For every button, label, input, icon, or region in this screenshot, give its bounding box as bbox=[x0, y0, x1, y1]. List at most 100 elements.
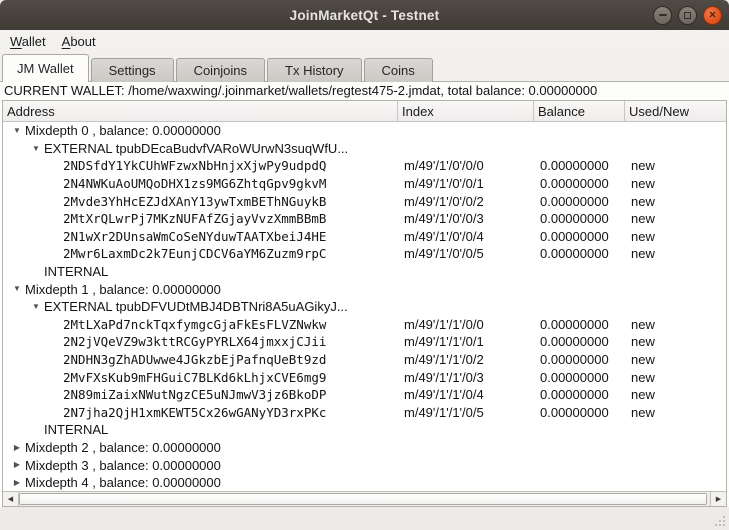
scroll-left-button[interactable]: ◀ bbox=[3, 492, 19, 506]
address-text: 2N89miZaixNWutNgzCE5uNJmwV3jz6BkoDP bbox=[63, 387, 326, 402]
address-cell: 2N1wXr2DUnsaWmCoSeNYduwTAATXbeiJ4HE bbox=[3, 229, 398, 244]
maximize-icon bbox=[684, 12, 691, 19]
column-header-address[interactable]: Address bbox=[3, 101, 398, 121]
window-controls: × bbox=[653, 0, 722, 30]
tree-body: ▼Mixdepth 0 , balance: 0.00000000▼EXTERN… bbox=[3, 122, 726, 491]
collapse-arrow-icon[interactable]: ▼ bbox=[9, 280, 25, 298]
address-text: 2Mwr6LaxmDc2k7EunjCDCV6aYM6Zuzm9rpC bbox=[63, 246, 326, 261]
tab-tx-history[interactable]: Tx History bbox=[267, 58, 362, 82]
node-label: EXTERNAL tpubDFVUDtMBJ4DBTNri8A5uAGikyJ.… bbox=[44, 299, 348, 314]
tree-row[interactable]: ▶Mixdepth 2 , balance: 0.00000000 bbox=[3, 439, 726, 457]
collapse-arrow-icon[interactable]: ▼ bbox=[28, 298, 44, 316]
horizontal-scrollbar[interactable]: ◀ ▶ bbox=[3, 491, 726, 506]
column-header-used-new[interactable]: Used/New bbox=[625, 101, 726, 121]
close-icon: × bbox=[709, 9, 716, 21]
address-cell: 2N7jha2QjH1xmKEWT5Cx26wGANyYD3rxPKc bbox=[3, 405, 398, 420]
column-header-balance[interactable]: Balance bbox=[534, 101, 625, 121]
address-text: 2N1wXr2DUnsaWmCoSeNYduwTAATXbeiJ4HE bbox=[63, 229, 326, 244]
address-row[interactable]: 2Mwr6LaxmDc2k7EunjCDCV6aYM6Zuzm9rpCm/49'… bbox=[3, 245, 726, 263]
expand-arrow-icon[interactable]: ▶ bbox=[9, 439, 25, 457]
menu-bar: Wallet About bbox=[0, 30, 729, 53]
tree-row[interactable]: ▼EXTERNAL tpubDEcaBudvfVARoWUrwN3suqWfU.… bbox=[3, 140, 726, 158]
expand-arrow-icon[interactable]: ▶ bbox=[9, 456, 25, 474]
collapse-arrow-icon[interactable]: ▼ bbox=[28, 140, 44, 158]
balance-cell: 0.00000000 bbox=[534, 176, 625, 191]
address-row[interactable]: 2N89miZaixNWutNgzCE5uNJmwV3jz6BkoDPm/49'… bbox=[3, 386, 726, 404]
menu-about[interactable]: About bbox=[54, 32, 104, 51]
window-title: JoinMarketQt - Testnet bbox=[290, 8, 440, 23]
tab-settings[interactable]: Settings bbox=[91, 58, 174, 82]
column-header-index[interactable]: Index bbox=[398, 101, 534, 121]
address-cell: 2MvFXsKub9mFHGuiC7BLKd6kLhjxCVE6mg9 bbox=[3, 370, 398, 385]
status-cell: new bbox=[625, 194, 726, 209]
scrollbar-track[interactable] bbox=[19, 492, 710, 506]
balance-cell: 0.00000000 bbox=[534, 334, 625, 349]
scrollbar-thumb[interactable] bbox=[19, 493, 707, 505]
status-cell: new bbox=[625, 352, 726, 367]
address-text: 2NDHN3gZhADUwwe4JGkzbEjPafnqUeBt9zd bbox=[63, 352, 326, 367]
node-label: EXTERNAL tpubDEcaBudvfVARoWUrwN3suqWfU..… bbox=[44, 141, 348, 156]
balance-cell: 0.00000000 bbox=[534, 387, 625, 402]
collapse-arrow-icon[interactable]: ▼ bbox=[9, 122, 25, 140]
tab-coins[interactable]: Coins bbox=[364, 58, 433, 82]
address-cell: ▶Mixdepth 4 , balance: 0.00000000 bbox=[3, 474, 398, 492]
address-text: 2N4NWKuAoUMQoDHX1zs9MG6ZhtqGpv9gkvM bbox=[63, 176, 326, 191]
index-cell: m/49'/1'/1'/0/3 bbox=[398, 370, 534, 385]
address-row[interactable]: 2MtLXaPd7nckTqxfymgcGjaFkEsFLVZNwkwm/49'… bbox=[3, 316, 726, 334]
address-cell: 2MtXrQLwrPj7MKzNUFAfZGjayVvzXmmBBmB bbox=[3, 211, 398, 226]
node-label: Mixdepth 0 , balance: 0.00000000 bbox=[25, 123, 221, 138]
address-row[interactable]: 2N2jVQeVZ9w3kttRCGyPYRLX64jmxxjCJii m/49'… bbox=[3, 333, 726, 351]
balance-cell: 0.00000000 bbox=[534, 229, 625, 244]
index-cell: m/49'/1'/1'/0/1 bbox=[398, 334, 534, 349]
tree-row[interactable]: INTERNAL bbox=[3, 421, 726, 439]
node-label: Mixdepth 2 , balance: 0.00000000 bbox=[25, 440, 221, 455]
maximize-button[interactable] bbox=[678, 6, 697, 25]
address-cell: INTERNAL bbox=[3, 422, 398, 437]
tab-coinjoins[interactable]: Coinjoins bbox=[176, 58, 265, 82]
address-cell: INTERNAL bbox=[3, 264, 398, 279]
tree-row[interactable]: ▶Mixdepth 4 , balance: 0.00000000 bbox=[3, 474, 726, 492]
tree-row[interactable]: ▶Mixdepth 3 , balance: 0.00000000 bbox=[3, 456, 726, 474]
scroll-left-icon: ◀ bbox=[8, 495, 13, 503]
tab-jm-wallet[interactable]: JM Wallet bbox=[2, 54, 89, 82]
address-row[interactable]: 2N1wXr2DUnsaWmCoSeNYduwTAATXbeiJ4HE m/49'… bbox=[3, 228, 726, 246]
index-cell: m/49'/1'/0'/0/0 bbox=[398, 158, 534, 173]
tree-row[interactable]: ▼Mixdepth 0 , balance: 0.00000000 bbox=[3, 122, 726, 140]
minimize-icon bbox=[659, 14, 667, 16]
tree-row[interactable]: ▼Mixdepth 1 , balance: 0.00000000 bbox=[3, 280, 726, 298]
balance-cell: 0.00000000 bbox=[534, 352, 625, 367]
title-bar[interactable]: JoinMarketQt - Testnet × bbox=[0, 0, 729, 30]
expand-arrow-icon[interactable]: ▶ bbox=[9, 474, 25, 492]
address-row[interactable]: 2NDHN3gZhADUwwe4JGkzbEjPafnqUeBt9zdm/49'… bbox=[3, 351, 726, 369]
tree-row[interactable]: INTERNAL bbox=[3, 263, 726, 281]
tab-bar: JM WalletSettingsCoinjoinsTx HistoryCoin… bbox=[0, 53, 729, 82]
balance-cell: 0.00000000 bbox=[534, 158, 625, 173]
close-button[interactable]: × bbox=[703, 6, 722, 25]
address-cell: 2N2jVQeVZ9w3kttRCGyPYRLX64jmxxjCJii bbox=[3, 334, 398, 349]
minimize-button[interactable] bbox=[653, 6, 672, 25]
address-row[interactable]: 2NDSfdY1YkCUhWFzwxNbHnjxXjwPy9udpdQ m/49'… bbox=[3, 157, 726, 175]
address-text: 2MvFXsKub9mFHGuiC7BLKd6kLhjxCVE6mg9 bbox=[63, 370, 326, 385]
address-text: 2NDSfdY1YkCUhWFzwxNbHnjxXjwPy9udpdQ bbox=[63, 158, 326, 173]
address-text: 2MtLXaPd7nckTqxfymgcGjaFkEsFLVZNwkw bbox=[63, 317, 326, 332]
tree-row[interactable]: ▼EXTERNAL tpubDFVUDtMBJ4DBTNri8A5uAGikyJ… bbox=[3, 298, 726, 316]
status-cell: new bbox=[625, 158, 726, 173]
address-row[interactable]: 2N4NWKuAoUMQoDHX1zs9MG6ZhtqGpv9gkvMm/49'… bbox=[3, 175, 726, 193]
index-cell: m/49'/1'/0'/0/3 bbox=[398, 211, 534, 226]
menu-wallet[interactable]: Wallet bbox=[2, 32, 54, 51]
node-label: Mixdepth 4 , balance: 0.00000000 bbox=[25, 475, 221, 490]
address-row[interactable]: 2MtXrQLwrPj7MKzNUFAfZGjayVvzXmmBBmBm/49'… bbox=[3, 210, 726, 228]
address-cell: ▼EXTERNAL tpubDEcaBudvfVARoWUrwN3suqWfU.… bbox=[3, 140, 398, 158]
balance-cell: 0.00000000 bbox=[534, 194, 625, 209]
address-row[interactable]: 2MvFXsKub9mFHGuiC7BLKd6kLhjxCVE6mg9 m/49'… bbox=[3, 368, 726, 386]
address-row[interactable]: 2N7jha2QjH1xmKEWT5Cx26wGANyYD3rxPKcm/49'… bbox=[3, 404, 726, 422]
status-cell: new bbox=[625, 229, 726, 244]
address-text: 2N2jVQeVZ9w3kttRCGyPYRLX64jmxxjCJii bbox=[63, 334, 326, 349]
balance-cell: 0.00000000 bbox=[534, 405, 625, 420]
address-row[interactable]: 2Mvde3YhHcEZJdXAnY13ywTxmBEThNGuykBm/49'… bbox=[3, 192, 726, 210]
scroll-right-button[interactable]: ▶ bbox=[710, 492, 726, 506]
address-cell: ▶Mixdepth 2 , balance: 0.00000000 bbox=[3, 439, 398, 457]
resize-grip[interactable] bbox=[714, 515, 725, 526]
index-cell: m/49'/1'/0'/0/4 bbox=[398, 229, 534, 244]
address-text: 2Mvde3YhHcEZJdXAnY13ywTxmBEThNGuykB bbox=[63, 194, 326, 209]
